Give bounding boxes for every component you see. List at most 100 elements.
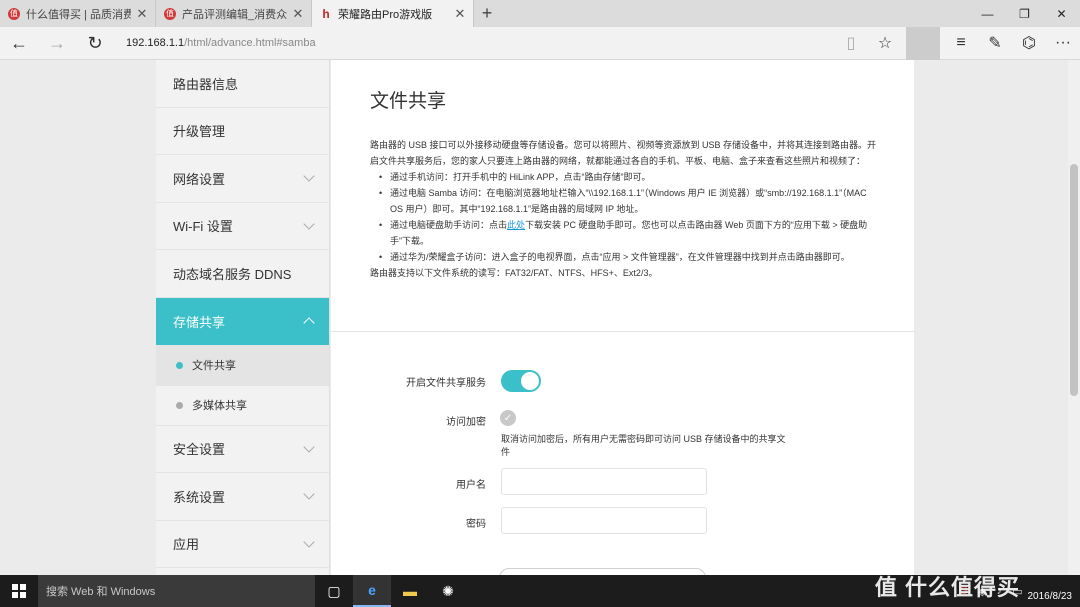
url-field[interactable]: 192.168.1.1/html/advance.html#samba xyxy=(126,37,834,49)
enable-sharing-toggle[interactable] xyxy=(501,370,541,392)
page-scrollbar[interactable] xyxy=(1068,60,1080,575)
scrollbar-thumb[interactable] xyxy=(1070,164,1078,396)
list-item: 通过华为/荣耀盒子访问：进入盒子的电视界面，点击“应用 > 文件管理器”，在文件… xyxy=(379,249,878,265)
close-tab-icon[interactable]: ✕ xyxy=(291,6,305,22)
reading-view-icon[interactable]: ▯ xyxy=(834,27,868,60)
start-button[interactable] xyxy=(0,575,38,607)
smzdm-favicon-icon: 值 xyxy=(164,7,176,20)
dot-icon xyxy=(176,401,183,409)
tab-smzdm-editor[interactable]: 值 产品评测编辑_消费众测_什么值得买 ✕ xyxy=(156,0,312,27)
sidebar-subitem-label: 文件共享 xyxy=(192,360,236,372)
page-title: 文件共享 xyxy=(370,91,447,112)
url-path: /html/advance.html#samba xyxy=(184,37,316,49)
sidebar-item-label: 路由器信息 xyxy=(173,76,239,92)
edge-browser-icon[interactable]: e xyxy=(353,575,391,607)
forward-button[interactable]: → xyxy=(38,27,76,60)
list-item: 通过电脑硬盘助手访问：点击此处下载安装 PC 硬盘助手即可。您也可以点击路由器 … xyxy=(379,217,878,249)
sidebar-item-upgrade[interactable]: 升级管理 xyxy=(156,108,329,155)
tab-smzdm-home[interactable]: 值 什么值得买 | 品质消费第一站 ✕ xyxy=(0,0,156,27)
clock[interactable]: 2016/8/23 xyxy=(1028,579,1073,603)
windows-logo-icon xyxy=(12,584,26,598)
username-input[interactable] xyxy=(501,468,707,495)
more-icon[interactable]: ··· xyxy=(1046,27,1080,60)
sidebar-item-label: 系统设置 xyxy=(173,489,226,505)
sidebar-item-security[interactable]: 安全设置 xyxy=(156,426,329,473)
date-text: 2016/8/23 xyxy=(1027,591,1073,602)
share-icon[interactable]: ⌬ xyxy=(1012,27,1046,60)
main-content: 文件共享 路由器的 USB 接口可以外接移动硬盘等存储设备。您可以将照片、视频等… xyxy=(331,60,914,575)
fs-support-text: 路由器支持以下文件系统的读写：FAT32/FAT、NTFS、HFS+、Ext2/… xyxy=(370,268,658,278)
chevron-up-icon xyxy=(303,317,315,329)
sidebar-item-storage[interactable]: 存储共享 xyxy=(156,297,329,346)
page-viewport: 路由器信息 升级管理 网络设置 Wi-Fi 设置 动态域名服务 DDNS 存储共… xyxy=(0,60,1080,575)
list-item: 通过电脑 Samba 访问：在电脑浏览器地址栏输入“\\192.168.1.1”… xyxy=(379,185,878,217)
taskbar-search[interactable]: 搜索 Web 和 Windows xyxy=(38,575,315,607)
chevron-down-icon xyxy=(303,536,315,548)
save-button[interactable] xyxy=(499,568,706,575)
encrypt-hint: 取消访问加密后，所有用户无需密码即可访问 USB 存储设备中的共享文件 xyxy=(501,434,786,457)
file-explorer-icon[interactable]: ▬ xyxy=(391,575,429,607)
list-item: 通过手机访问：打开手机中的 HiLink APP，点击“路由存储”即可。 xyxy=(379,169,878,185)
favorite-star-icon[interactable]: ☆ xyxy=(868,27,902,60)
chevron-down-icon xyxy=(303,441,315,453)
sidebar-item-label: 动态域名服务 DDNS xyxy=(173,266,292,282)
username-label: 用户名 xyxy=(456,480,486,491)
refresh-button[interactable]: ↻ xyxy=(76,27,114,60)
sidebar-item-system[interactable]: 系统设置 xyxy=(156,473,329,521)
smzdm-watermark-logo: 值 什么值得买 xyxy=(874,575,1020,600)
tab-honor-router[interactable]: h 荣耀路由Pro游戏版 ✕ xyxy=(312,0,474,27)
selected-dot-icon xyxy=(176,361,183,369)
sidebar-subitem-media-sharing[interactable]: 多媒体共享 xyxy=(156,386,329,426)
chevron-down-icon xyxy=(303,218,315,230)
toolbar-separator xyxy=(906,26,940,60)
tab-strip: 值 什么值得买 | 品质消费第一站 ✕ 值 产品评测编辑_消费众测_什么值得买 … xyxy=(0,0,1080,27)
bullet-text: 通过电脑硬盘助手访问：点击 xyxy=(390,220,508,230)
sidebar-item-apps[interactable]: 应用 xyxy=(156,521,329,568)
tab-title: 荣耀路由Pro游戏版 xyxy=(338,8,433,21)
close-tab-icon[interactable]: ✕ xyxy=(135,6,149,22)
password-label: 密码 xyxy=(466,519,486,530)
toggle-knob xyxy=(521,372,539,390)
new-tab-button[interactable]: + xyxy=(474,0,500,27)
address-bar: ← → ↻ 192.168.1.1/html/advance.html#samb… xyxy=(0,26,1080,60)
tab-title: 产品评测编辑_消费众测_什么值得买 xyxy=(182,8,287,21)
encrypt-checkbox[interactable]: ✓ xyxy=(500,410,516,426)
sidebar-item-label: 网络设置 xyxy=(173,171,226,187)
sidebar-subitem-file-sharing[interactable]: 文件共享 xyxy=(156,345,329,386)
sidebar-item-router-info[interactable]: 路由器信息 xyxy=(156,60,329,108)
password-input[interactable] xyxy=(501,507,707,534)
chevron-down-icon xyxy=(303,488,315,500)
sidebar-item-ddns[interactable]: 动态域名服务 DDNS xyxy=(156,250,329,298)
close-tab-icon[interactable]: ✕ xyxy=(453,6,467,22)
paint-app-icon[interactable]: ✺ xyxy=(429,575,467,607)
tab-title: 什么值得买 | 品质消费第一站 xyxy=(26,8,131,21)
web-note-icon[interactable]: ✎ xyxy=(978,27,1012,60)
sidebar-subitem-label: 多媒体共享 xyxy=(192,400,247,412)
enable-sharing-label: 开启文件共享服务 xyxy=(406,378,486,389)
intro-text: 路由器的 USB 接口可以外接移动硬盘等存储设备。您可以将照片、视频等资源放到 … xyxy=(370,140,877,166)
sidebar-item-wifi[interactable]: Wi-Fi 设置 xyxy=(156,203,329,250)
maximize-button[interactable]: ❐ xyxy=(1006,0,1043,27)
task-view-icon[interactable]: ▢ xyxy=(315,575,353,607)
sidebar-item-label: Wi-Fi 设置 xyxy=(173,219,233,235)
chevron-down-icon xyxy=(303,170,315,182)
back-button[interactable]: ← xyxy=(0,27,38,60)
hub-icon[interactable]: ≡ xyxy=(944,27,978,60)
close-window-button[interactable]: ✕ xyxy=(1043,0,1080,27)
url-host: 192.168.1.1 xyxy=(126,37,185,49)
description: 路由器的 USB 接口可以外接移动硬盘等存储设备。您可以将照片、视频等资源放到 … xyxy=(370,137,878,281)
encrypt-label: 访问加密 xyxy=(446,417,486,428)
sidebar-item-label: 升级管理 xyxy=(173,124,226,140)
access-methods-list: 通过手机访问：打开手机中的 HiLink APP，点击“路由存储”即可。 通过电… xyxy=(379,169,878,265)
download-link[interactable]: 此处 xyxy=(507,220,525,230)
sidebar-item-label: 安全设置 xyxy=(173,442,226,458)
sidebar: 路由器信息 升级管理 网络设置 Wi-Fi 设置 动态域名服务 DDNS 存储共… xyxy=(156,60,330,575)
section-divider xyxy=(331,331,914,332)
sidebar-item-label: 存储共享 xyxy=(173,314,226,330)
honor-favicon-icon: h xyxy=(322,6,330,21)
sidebar-item-network[interactable]: 网络设置 xyxy=(156,155,329,203)
smzdm-favicon-icon: 值 xyxy=(8,7,20,20)
minimize-button[interactable]: — xyxy=(969,0,1006,27)
window-controls: — ❐ ✕ xyxy=(969,0,1080,27)
sidebar-item-label: 应用 xyxy=(173,537,200,553)
